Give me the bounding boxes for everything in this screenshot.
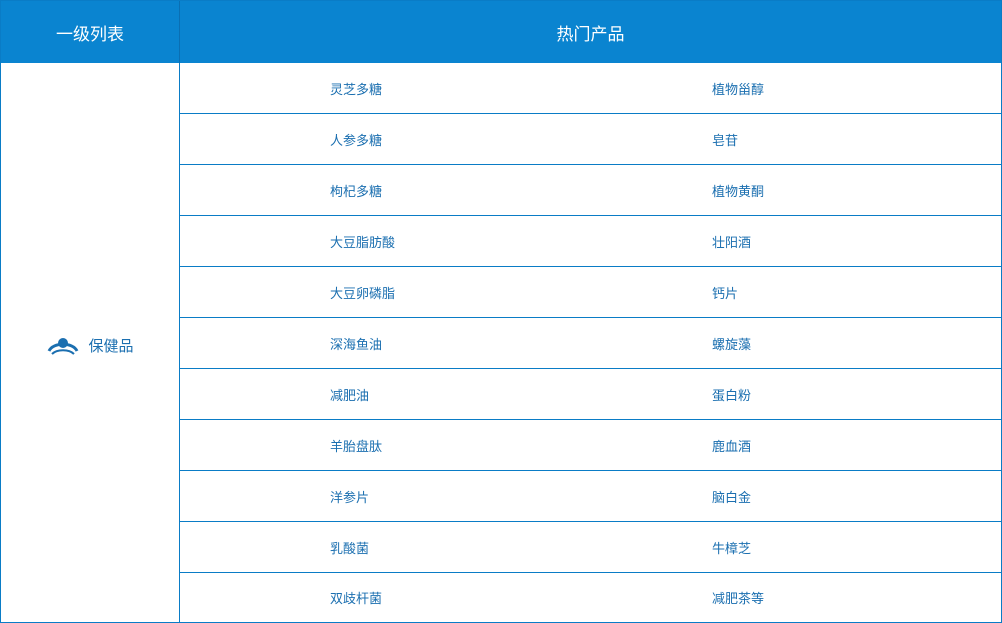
table-row: 人参多糖 皂苷 bbox=[180, 114, 1001, 165]
table-row: 枸杞多糖 植物黄酮 bbox=[180, 165, 1001, 216]
table-row: 大豆脂肪酸 壮阳酒 bbox=[180, 216, 1001, 267]
header-col-products-label: 热门产品 bbox=[556, 24, 625, 45]
product-link[interactable]: 减肥油 bbox=[330, 385, 480, 404]
table-header: 一级列表 热门产品 bbox=[1, 1, 1001, 63]
table-row: 灵芝多糖 植物甾醇 bbox=[180, 63, 1001, 114]
product-link[interactable]: 植物甾醇 bbox=[712, 79, 764, 98]
product-link[interactable]: 鹿血酒 bbox=[712, 436, 751, 455]
product-link[interactable]: 蛋白粉 bbox=[712, 385, 751, 404]
product-link[interactable]: 植物黄酮 bbox=[712, 181, 764, 200]
product-link[interactable]: 钙片 bbox=[712, 283, 738, 302]
product-link[interactable]: 深海鱼油 bbox=[330, 334, 480, 353]
table-row: 大豆卵磷脂 钙片 bbox=[180, 267, 1001, 318]
product-link[interactable]: 人参多糖 bbox=[330, 130, 480, 149]
product-link[interactable]: 脑白金 bbox=[712, 487, 751, 506]
table-row: 减肥油 蛋白粉 bbox=[180, 369, 1001, 420]
product-link[interactable]: 壮阳酒 bbox=[712, 232, 751, 251]
header-col-products: 热门产品 bbox=[180, 1, 1001, 63]
table-body: 保健品 灵芝多糖 植物甾醇 人参多糖 皂苷 枸杞多糖 植物黄酮 大豆脂肪酸 壮阳… bbox=[1, 63, 1001, 622]
product-link[interactable]: 枸杞多糖 bbox=[330, 181, 480, 200]
category-link[interactable]: 保健品 bbox=[46, 335, 134, 357]
header-col-category: 一级列表 bbox=[1, 1, 180, 63]
product-table: 一级列表 热门产品 保健品 灵芝多糖 植物甾醇 人参多糖 皂苷 枸杞多糖 植物黄… bbox=[0, 0, 1002, 623]
product-link[interactable]: 牛樟芝 bbox=[712, 538, 751, 557]
product-link[interactable]: 洋参片 bbox=[330, 487, 480, 506]
category-cell: 保健品 bbox=[1, 63, 180, 622]
table-row: 羊胎盘肽 鹿血酒 bbox=[180, 420, 1001, 471]
product-link[interactable]: 减肥茶等 bbox=[712, 588, 764, 607]
table-row: 双歧杆菌 减肥茶等 bbox=[180, 573, 1001, 622]
product-link[interactable]: 大豆脂肪酸 bbox=[330, 232, 480, 251]
category-logo-icon bbox=[46, 335, 80, 357]
product-list: 灵芝多糖 植物甾醇 人参多糖 皂苷 枸杞多糖 植物黄酮 大豆脂肪酸 壮阳酒 大豆… bbox=[180, 63, 1001, 622]
table-row: 洋参片 脑白金 bbox=[180, 471, 1001, 522]
product-link[interactable]: 羊胎盘肽 bbox=[330, 436, 480, 455]
product-link[interactable]: 乳酸菌 bbox=[330, 538, 480, 557]
product-link[interactable]: 大豆卵磷脂 bbox=[330, 283, 480, 302]
table-row: 深海鱼油 螺旋藻 bbox=[180, 318, 1001, 369]
product-link[interactable]: 皂苷 bbox=[712, 130, 738, 149]
header-col-category-label: 一级列表 bbox=[56, 24, 124, 45]
product-link[interactable]: 螺旋藻 bbox=[712, 334, 751, 353]
table-row: 乳酸菌 牛樟芝 bbox=[180, 522, 1001, 573]
category-label: 保健品 bbox=[88, 337, 134, 355]
product-link[interactable]: 双歧杆菌 bbox=[330, 588, 480, 607]
product-link[interactable]: 灵芝多糖 bbox=[330, 79, 480, 98]
